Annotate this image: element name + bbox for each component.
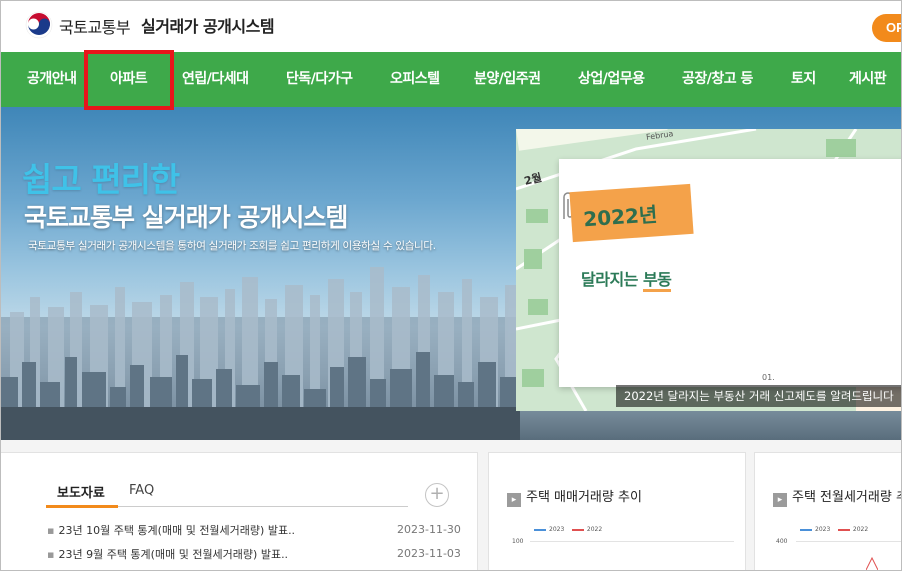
rent-chart-title-text: 주택 전월세거래량 추이 xyxy=(792,490,902,505)
tab-faq[interactable]: FAQ xyxy=(129,483,154,498)
nav-item-factory[interactable]: 공장/창고 등 xyxy=(682,52,753,107)
news-title[interactable]: 23년 9월 주택 통계(매매 및 전월세거래량) 발표.. xyxy=(58,548,288,561)
legend-label-2022: 2022 xyxy=(852,526,869,533)
legend-swatch-2023 xyxy=(534,528,546,531)
sales-chart-y-tick: 100 xyxy=(512,538,524,545)
sales-chart-panel xyxy=(488,452,746,571)
more-plus-button[interactable]: + xyxy=(425,483,449,507)
rent-chart-legend: 2023 2022 xyxy=(800,526,868,533)
sales-chart-title-text: 주택 매매거래량 추이 xyxy=(526,490,642,505)
nav-item-commercial[interactable]: 상업/업무용 xyxy=(578,52,645,107)
nav-item-board[interactable]: 게시판 xyxy=(849,52,887,107)
banner-headline: 달라지는 부동 xyxy=(581,266,672,292)
legend-label-2023: 2023 xyxy=(815,526,831,533)
chevron-right-icon: ▸ xyxy=(507,493,521,507)
apartment-highlight-box xyxy=(84,50,174,110)
site-header: 국토교통부 실거래가 공개시스템 OP xyxy=(0,0,902,52)
news-item[interactable]: ▪ 23년 9월 주택 통계(매매 및 전월세거래량) 발표.. xyxy=(47,546,288,562)
slide-banner[interactable]: Februa 2월 2022년 달라지는 부동 01. 2022년 달라지는 부… xyxy=(516,129,902,411)
chevron-right-icon: ▸ xyxy=(773,493,787,507)
banner-headline-prefix: 달라지는 xyxy=(581,270,643,289)
hero-title-line2: 국토교통부 실거래가 공개시스템 xyxy=(24,203,348,232)
chart-gridline xyxy=(796,541,902,542)
banner-page-number: 01. xyxy=(762,373,775,382)
legend-swatch-2022 xyxy=(571,528,584,531)
org-name[interactable]: 국토교통부 xyxy=(59,14,131,38)
news-date: 2023-11-03 xyxy=(397,547,461,560)
banner-headline-highlight: 부동 xyxy=(642,270,672,292)
tab-press-release[interactable]: 보도자료 xyxy=(57,482,105,501)
system-name[interactable]: 실거래가 공개시스템 xyxy=(141,13,275,37)
nav-item-detached-house[interactable]: 단독/다가구 xyxy=(286,52,353,107)
nav-item-public-guide[interactable]: 공개안내 xyxy=(27,52,77,107)
legend-swatch-2023 xyxy=(800,528,812,531)
hero-subtitle: 국토교통부 실거래가 공개시스템을 통하여 실거래가 조회를 쉽고 편리하게 이… xyxy=(28,240,436,252)
news-item[interactable]: ▪ 23년 10월 주택 통계(매매 및 전월세거래량) 발표.. xyxy=(47,522,295,538)
legend-label-2022: 2022 xyxy=(586,526,603,533)
nav-item-officetel[interactable]: 오피스텔 xyxy=(390,52,440,107)
hero-title-line1: 쉽고 편리한 xyxy=(22,160,180,199)
bullet-icon: ▪ xyxy=(47,524,55,537)
chart-peak-marker xyxy=(866,556,878,570)
nav-item-presale[interactable]: 분양/입주권 xyxy=(474,52,541,107)
sales-chart-legend: 2023 2022 xyxy=(534,526,602,533)
legend-label-2023: 2023 xyxy=(549,526,565,533)
nav-item-land[interactable]: 토지 xyxy=(791,52,816,107)
legend-swatch-2022 xyxy=(837,528,850,531)
banner-year-label: 2022년 xyxy=(569,183,694,243)
rent-chart-y-tick: 400 xyxy=(776,538,788,545)
rent-chart-title[interactable]: ▸ 주택 전월세거래량 추이 xyxy=(773,486,902,507)
banner-caption[interactable]: 2022년 달라지는 부동산 거래 신고제도를 알려드립니다 xyxy=(616,385,902,407)
header-orange-button[interactable]: OP xyxy=(872,14,902,42)
nav-item-row-house[interactable]: 연립/다세대 xyxy=(182,52,249,107)
chart-gridline xyxy=(530,541,734,542)
bullet-icon: ▪ xyxy=(47,548,55,561)
tab-active-indicator xyxy=(46,505,118,508)
government-logo-icon[interactable] xyxy=(25,11,53,39)
rent-chart-panel xyxy=(754,452,902,571)
news-title[interactable]: 23년 10월 주택 통계(매매 및 전월세거래량) 발표.. xyxy=(58,524,295,537)
news-date: 2023-11-30 xyxy=(397,523,461,536)
sales-chart-title[interactable]: ▸ 주택 매매거래량 추이 xyxy=(507,486,642,507)
